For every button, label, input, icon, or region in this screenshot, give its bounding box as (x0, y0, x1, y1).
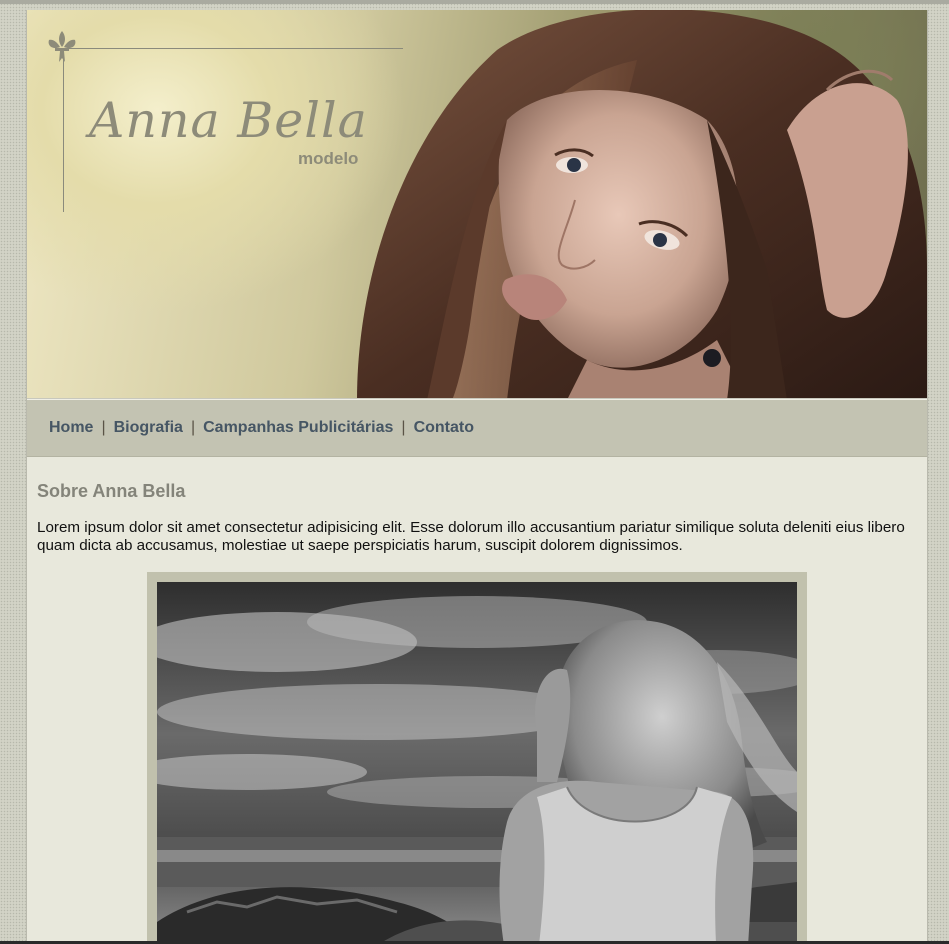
fleur-de-lis-icon (48, 31, 76, 62)
nav-link-home[interactable]: Home (49, 419, 93, 437)
nav-separator: | (101, 419, 106, 436)
nav-link-biografia[interactable]: Biografia (114, 419, 183, 437)
intro-paragraph: Lorem ipsum dolor sit amet consectetur a… (37, 519, 905, 554)
banner-divider (27, 398, 927, 400)
nav-separator: | (401, 419, 406, 436)
nav-link-campanhas[interactable]: Campanhas Publicitárias (203, 419, 393, 437)
site-logo[interactable]: Anna Bella modelo (43, 28, 413, 218)
logo-rule-vertical (63, 48, 64, 212)
page-container: Anna Bella modelo Home | Biografia | Cam… (26, 10, 928, 944)
nav-link-contato[interactable]: Contato (414, 419, 474, 437)
featured-image (157, 582, 797, 944)
header-banner: Anna Bella modelo (27, 10, 927, 400)
brand-name: Anna Bella (89, 92, 368, 149)
page-top-strip (0, 0, 949, 4)
featured-image-frame (147, 572, 807, 944)
main-nav: Home | Biografia | Campanhas Publicitári… (27, 400, 927, 457)
main-content: Sobre Anna Bella Lorem ipsum dolor sit a… (27, 457, 927, 944)
section-title: Sobre Anna Bella (37, 481, 186, 501)
brand-tagline: modelo (298, 149, 359, 168)
nav-separator: | (190, 419, 196, 436)
logo-rule-horizontal (63, 48, 403, 49)
